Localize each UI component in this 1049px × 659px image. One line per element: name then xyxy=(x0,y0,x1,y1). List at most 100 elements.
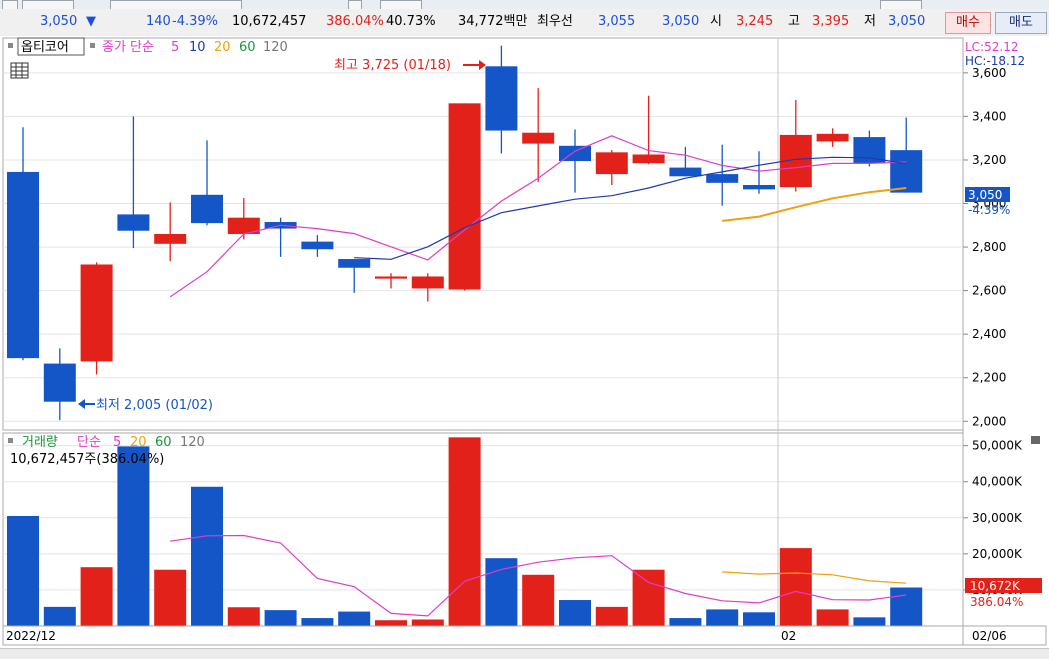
candle-body xyxy=(375,276,407,279)
candle-body xyxy=(301,241,334,250)
high-price: 3,395 xyxy=(812,14,850,29)
price-panel-frame xyxy=(2,37,964,431)
open-label: 시 xyxy=(710,14,722,29)
volume-bar xyxy=(301,618,334,626)
open-price: 3,245 xyxy=(736,14,774,29)
quote-info-bar: 3,050 ▼ 140 -4.39% 10,672,457 386.04% 40… xyxy=(0,9,1049,37)
volume-ma-120: 120 xyxy=(180,435,205,450)
change-percent: -4.39% xyxy=(172,14,218,29)
down-arrow-icon: ▼ xyxy=(86,14,96,29)
volume-bar xyxy=(448,437,481,626)
ma-period-20: 20 xyxy=(214,40,231,55)
price-tick-label: 2,000 xyxy=(972,414,1006,428)
x-label-end: 02/06 xyxy=(972,629,1007,643)
volume-ma-60: 60 xyxy=(155,435,172,450)
buy-button[interactable]: 매수 xyxy=(945,12,991,34)
volume-bar xyxy=(706,609,739,626)
volume-bar xyxy=(853,617,886,626)
best-quote-label: 최우선 xyxy=(537,14,573,29)
volume-bar xyxy=(7,515,39,626)
volume-bar xyxy=(411,619,444,626)
candle-body xyxy=(7,171,39,359)
volume-bar xyxy=(191,486,223,626)
volume-bar xyxy=(779,548,812,626)
volume-bar xyxy=(80,567,113,626)
best-bid: 3,050 xyxy=(662,14,700,29)
ma-title: 종가 단순 xyxy=(102,40,154,55)
current-change-tag: -4.39% xyxy=(968,203,1010,217)
volume-bar xyxy=(669,618,702,626)
candle-body xyxy=(816,133,849,142)
current-volume-tag-text: 10,672K xyxy=(970,579,1021,593)
candle-body xyxy=(743,185,775,190)
lc-value: LC:52.12 xyxy=(965,40,1018,54)
trade-volume: 10,672,457 xyxy=(232,14,307,29)
volume-bar xyxy=(595,606,628,626)
candle-body xyxy=(191,194,223,224)
volume-bar xyxy=(816,609,849,626)
candle-body xyxy=(632,154,665,164)
ma-period-60: 60 xyxy=(239,40,256,55)
volume-summary: 10,672,457주(386.04%) xyxy=(10,452,164,467)
low-price: 3,050 xyxy=(888,14,926,29)
volume-bar xyxy=(338,611,371,626)
grid-table-icon[interactable] xyxy=(10,62,29,79)
candle-body xyxy=(448,103,481,290)
candle-body xyxy=(411,276,444,289)
current-price-tag-text: 3,050 xyxy=(968,188,1002,202)
x-label-month: 02 xyxy=(781,629,796,643)
volume-tick-label: 40,000K xyxy=(972,475,1023,489)
ma-period-5: 5 xyxy=(171,40,179,55)
price-tick-label: 3,400 xyxy=(972,109,1006,123)
candle-body xyxy=(890,150,923,193)
price-tick-label: 3,200 xyxy=(972,153,1006,167)
high-label: 고 xyxy=(788,14,800,29)
trade-amount: 34,772백만 xyxy=(458,14,528,29)
volume-bar xyxy=(117,446,150,626)
volume-tick-label: 50,000K xyxy=(972,439,1023,453)
volume-ma-title: 단순 xyxy=(77,435,101,450)
price-tick-label: 2,600 xyxy=(972,284,1006,298)
panel-marker-icon xyxy=(8,43,13,48)
candle-body xyxy=(595,152,628,175)
candle-body xyxy=(80,264,113,362)
candle-body xyxy=(43,363,76,402)
panel-marker-icon xyxy=(8,438,13,443)
volume-bar xyxy=(632,569,665,626)
volume-bar xyxy=(522,574,555,626)
panel-close-icon[interactable] xyxy=(1031,436,1040,444)
price-tick-label: 2,800 xyxy=(972,240,1006,254)
candle-body xyxy=(117,214,150,231)
candle-body xyxy=(522,132,555,144)
volume-bar xyxy=(227,607,260,626)
volume-bar xyxy=(154,569,187,626)
price-tick-label: 2,200 xyxy=(972,371,1006,385)
hc-value: HC:-18.12 xyxy=(965,54,1025,68)
volume-bar xyxy=(559,600,591,626)
bottom-scroll-bar[interactable] xyxy=(0,648,1049,659)
x-label-start: 2022/12 xyxy=(6,629,56,643)
candle-body xyxy=(669,167,702,177)
low-label: 저 xyxy=(864,14,876,29)
ma-period-10: 10 xyxy=(189,40,206,55)
volume-ma-20: 20 xyxy=(130,435,147,450)
ma-period-120: 120 xyxy=(263,40,288,55)
current-ratio-tag: 386.04% xyxy=(970,595,1023,609)
candle-body xyxy=(338,259,371,268)
sell-button[interactable]: 매도 xyxy=(995,12,1047,34)
candle-body xyxy=(154,234,187,244)
volume-title: 거래량 xyxy=(22,435,58,450)
price-change: 140 xyxy=(146,14,171,29)
volume-bar xyxy=(890,587,923,626)
low-annotation: 최저 2,005 (01/02) xyxy=(96,398,213,413)
volume-bar xyxy=(743,612,775,626)
x-axis-bar xyxy=(2,625,1047,646)
best-ask: 3,055 xyxy=(598,14,636,29)
candle-body xyxy=(706,174,739,183)
current-price: 3,050 xyxy=(40,14,78,29)
price-tick-label: 2,400 xyxy=(972,327,1006,341)
turnover-rate: 40.73% xyxy=(386,14,436,29)
stock-chart: 2,0002,2002,4002,6002,8003,0003,2003,400… xyxy=(0,36,1049,648)
volume-bar xyxy=(375,620,407,626)
high-annotation: 최고 3,725 (01/18) xyxy=(334,58,451,73)
